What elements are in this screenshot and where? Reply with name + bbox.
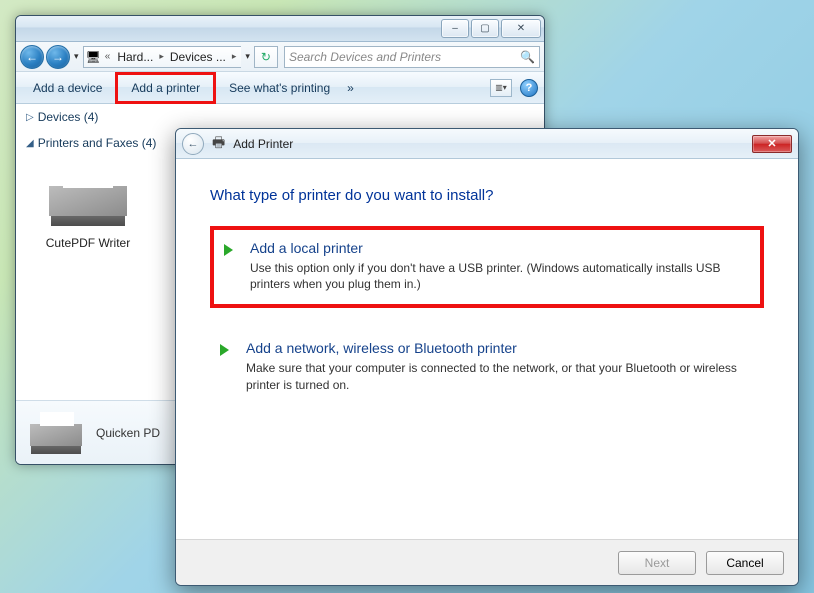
wizard-heading: What type of printer do you want to inst… bbox=[210, 187, 764, 204]
wizard-body: What type of printer do you want to inst… bbox=[176, 159, 798, 437]
chevron-right-icon[interactable]: ▸ bbox=[156, 51, 167, 62]
wizard-footer: Next Cancel bbox=[176, 539, 798, 585]
option-label: Add a local printer bbox=[250, 240, 746, 256]
search-placeholder: Search Devices and Printers bbox=[289, 50, 441, 64]
option-add-local-printer[interactable]: Add a local printer Use this option only… bbox=[210, 226, 764, 308]
next-button[interactable]: Next bbox=[618, 551, 696, 575]
collapse-icon: ▷ bbox=[26, 112, 34, 123]
wizard-title: Add Printer bbox=[233, 137, 293, 151]
highlight-add-printer: Add a printer bbox=[115, 72, 216, 104]
item-label: CutePDF Writer bbox=[28, 236, 148, 250]
expand-icon: ◢ bbox=[26, 138, 34, 149]
printer-icon: 🖶 bbox=[212, 132, 225, 156]
breadcrumb[interactable]: 🖥 « Hard... ▸ Devices ... ▸ bbox=[83, 46, 242, 68]
address-dropdown[interactable]: ▾ bbox=[243, 51, 252, 62]
nav-forward-button[interactable]: → bbox=[46, 45, 70, 69]
address-bar: ← → ▾ 🖥 « Hard... ▸ Devices ... ▸ ▾ ↻ Se… bbox=[16, 42, 544, 72]
view-options-dropdown[interactable]: ▥▾ bbox=[490, 79, 512, 97]
chevron-right-icon[interactable]: ▸ bbox=[229, 51, 240, 62]
arrow-right-icon bbox=[220, 344, 229, 356]
printer-icon bbox=[26, 408, 86, 458]
maximize-button[interactable]: ▢ bbox=[471, 19, 499, 38]
group-devices-header[interactable]: ▷ Devices (4) bbox=[16, 104, 544, 130]
close-button[interactable]: ✕ bbox=[501, 19, 541, 38]
wizard-titlebar: ← 🖶 Add Printer ✕ bbox=[176, 129, 798, 159]
minimize-button[interactable]: – bbox=[441, 19, 469, 38]
refresh-button[interactable]: ↻ bbox=[254, 46, 278, 68]
nav-history-dropdown[interactable]: ▾ bbox=[72, 51, 81, 62]
titlebar: – ▢ ✕ bbox=[16, 16, 544, 42]
breadcrumb-part[interactable]: Hard... bbox=[114, 50, 156, 64]
group-label: Devices (4) bbox=[38, 110, 99, 124]
help-button[interactable]: ? bbox=[520, 79, 538, 97]
command-bar: Add a device Add a printer See what's pr… bbox=[16, 72, 544, 104]
wizard-close-button[interactable]: ✕ bbox=[752, 135, 792, 153]
wizard-back-button[interactable]: ← bbox=[182, 133, 204, 155]
folder-icon: 🖥 bbox=[86, 50, 101, 64]
arrow-right-icon bbox=[224, 244, 233, 256]
details-label: Quicken PD bbox=[96, 426, 160, 440]
option-label: Add a network, wireless or Bluetooth pri… bbox=[246, 340, 750, 356]
add-printer-wizard: ← 🖶 Add Printer ✕ What type of printer d… bbox=[175, 128, 799, 586]
cancel-button[interactable]: Cancel bbox=[706, 551, 784, 575]
toolbar-overflow[interactable]: » bbox=[341, 81, 360, 95]
see-whats-printing-button[interactable]: See what's printing bbox=[218, 76, 341, 100]
nav-back-button[interactable]: ← bbox=[20, 45, 44, 69]
search-input[interactable]: Search Devices and Printers 🔍 bbox=[284, 46, 540, 68]
group-label: Printers and Faxes (4) bbox=[38, 136, 157, 150]
breadcrumb-chevron: « bbox=[101, 51, 115, 62]
add-device-button[interactable]: Add a device bbox=[22, 76, 113, 100]
printer-item-cutepdf[interactable]: CutePDF Writer bbox=[28, 162, 148, 250]
option-description: Make sure that your computer is connecte… bbox=[246, 360, 750, 392]
add-printer-button[interactable]: Add a printer bbox=[120, 76, 211, 100]
option-description: Use this option only if you don't have a… bbox=[250, 260, 746, 292]
option-add-network-printer[interactable]: Add a network, wireless or Bluetooth pri… bbox=[210, 330, 764, 404]
breadcrumb-part[interactable]: Devices ... bbox=[167, 50, 229, 64]
search-icon: 🔍 bbox=[520, 50, 535, 64]
printer-icon bbox=[43, 162, 133, 232]
